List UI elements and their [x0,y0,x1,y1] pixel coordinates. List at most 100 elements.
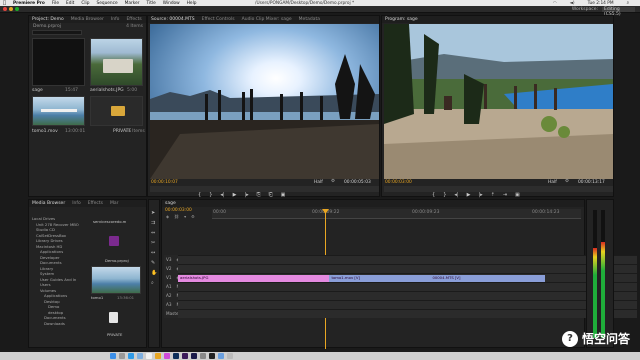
program-video-frame[interactable] [384,24,613,179]
pen-tool-icon[interactable]: ✎ [151,260,157,266]
tree-item[interactable]: Downloads [32,321,90,327]
menu-marker[interactable]: Marker [125,1,140,6]
menu-edit[interactable]: Edit [66,1,74,6]
menu-window[interactable]: Window [163,1,180,6]
clip-thumbnail-aerialshots[interactable] [90,38,143,86]
tab-info[interactable]: Info [72,201,81,206]
timeline-clip[interactable]: 00004.MTS [V] [430,275,546,282]
add-marker-icon[interactable]: ▾ [184,214,186,219]
export-frame-icon[interactable]: ▣ [281,192,286,198]
step-forward-icon[interactable]: |▸ [244,192,248,198]
terminal-icon[interactable] [209,353,215,359]
linked-selection-icon[interactable]: ⛓ [174,214,179,219]
tab-source[interactable]: Source: 00004.MTS [151,17,195,22]
menu-sequence[interactable]: Sequence [96,1,117,6]
tab-metadata[interactable]: Metadata [299,17,320,22]
extract-icon[interactable]: ⇥ [503,192,507,198]
mark-out-icon[interactable]: } [443,192,446,198]
menu-help[interactable]: Help [187,1,197,6]
tab-effect-controls[interactable]: Effect Controls [202,17,235,22]
timeline-clip[interactable]: tomo1.mov [V] [329,275,431,282]
export-frame-icon[interactable]: ▣ [515,192,520,198]
volume-icon[interactable]: ◄) [570,1,575,6]
step-forward-icon[interactable]: |▸ [478,192,482,198]
program-fit-select[interactable]: Half [548,180,557,185]
close-icon[interactable] [3,7,7,11]
after-effects-icon[interactable] [191,353,197,359]
track-lane-master[interactable] [178,309,637,318]
wrench-icon[interactable]: ⚙ [331,179,335,184]
lift-icon[interactable]: ⇡ [491,192,495,198]
premiere-icon[interactable] [182,353,188,359]
track-lane-v2[interactable] [178,264,637,273]
wifi-icon[interactable]: ◠ [553,1,557,6]
source-video-frame[interactable] [150,24,379,179]
source-timecode[interactable]: 00:00:10:07 [151,180,178,185]
browser-thumbnail-tomo1[interactable] [91,266,141,294]
track-lane-a2[interactable] [178,291,637,300]
tab-media-browser[interactable]: Media Browser [32,201,65,206]
source-fit-select[interactable]: Half [314,180,323,185]
mark-in-icon[interactable]: { [432,192,435,198]
snap-icon[interactable]: ◈ [166,214,169,219]
menu-clip[interactable]: Clip [81,1,89,6]
project-search-field[interactable] [32,30,82,35]
photoshop-icon[interactable] [173,353,179,359]
minimize-icon[interactable] [9,7,13,11]
system-preferences-icon[interactable] [200,353,206,359]
itunes-icon[interactable] [164,353,170,359]
menubar-clock[interactable]: Tue 2:14 PM [588,1,614,6]
trash-icon[interactable] [227,353,233,359]
razor-tool-icon[interactable]: ✂ [151,240,157,246]
selection-tool-icon[interactable]: ➤ [151,210,157,216]
tab-sequence-sage[interactable]: sage [165,201,176,206]
wrench-icon[interactable]: ⚙ [565,179,569,184]
slip-tool-icon[interactable]: ↔ [151,250,157,256]
settings-icon[interactable]: ⚙ [191,214,195,219]
timeline-clip[interactable]: aerialshots.JPG [178,275,330,282]
project-file-icon[interactable] [109,236,119,246]
track-lane-v1[interactable]: aerialshots.JPG tomo1.mov [V] 00004.MTS [V… [178,273,637,282]
folder-icon[interactable] [218,353,224,359]
calendar-icon[interactable] [146,353,152,359]
photos-icon[interactable] [155,353,161,359]
hand-tool-icon[interactable]: ✋ [151,270,157,276]
folder-thumbnail-private[interactable] [90,96,143,126]
clip-thumbnail-tomo1[interactable] [32,96,85,126]
timeline-timecode[interactable]: 00:00:03:00 [165,208,192,213]
finder-icon[interactable] [110,353,116,359]
clip-thumbnail-sage[interactable] [32,38,85,86]
play-icon[interactable]: ▶ [467,192,471,198]
zoom-tool-icon[interactable]: ⌕ [151,280,157,286]
tab-effects[interactable]: Effects [88,201,103,206]
tab-audio-clip-mixer[interactable]: Audio Clip Mixer: sage [242,17,292,22]
step-back-icon[interactable]: ◂| [454,192,458,198]
track-lane-a3[interactable] [178,300,637,309]
media-file-icon[interactable] [109,312,118,323]
tab-markers[interactable]: Mar [110,201,119,206]
track-select-tool-icon[interactable]: ⇉ [151,220,157,226]
tab-project[interactable]: Project: Demo [32,17,64,22]
mark-out-icon[interactable]: } [209,192,212,198]
timeline-ruler[interactable]: 00:00 00:00:09:22 00:00:09:23 00:00:14:2… [212,209,581,219]
mark-in-icon[interactable]: { [198,192,201,198]
ripple-edit-tool-icon[interactable]: ⇔ [151,230,157,236]
mail-icon[interactable] [137,353,143,359]
launchpad-icon[interactable] [119,353,125,359]
track-lane-v3[interactable] [178,255,637,264]
zoom-icon[interactable] [15,7,19,11]
insert-icon[interactable]: ⎘ [257,192,261,198]
app-menu[interactable]: Premiere Pro [13,1,45,6]
program-timecode[interactable]: 00:00:03:00 [385,180,412,185]
tab-effects-top[interactable]: Effects [126,17,141,22]
tab-media-browser-top[interactable]: Media Browser [71,17,104,22]
safari-icon[interactable] [128,353,134,359]
step-back-icon[interactable]: ◂| [220,192,224,198]
menu-file[interactable]: File [52,1,59,6]
menu-title[interactable]: Title [147,1,156,6]
tab-info-top[interactable]: Info [111,17,120,22]
spotlight-icon[interactable]: ⌕ [627,1,629,6]
tab-program[interactable]: Program: sage [385,17,418,22]
play-icon[interactable]: ▶ [233,192,237,198]
overwrite-icon[interactable]: ⎗ [269,192,273,198]
